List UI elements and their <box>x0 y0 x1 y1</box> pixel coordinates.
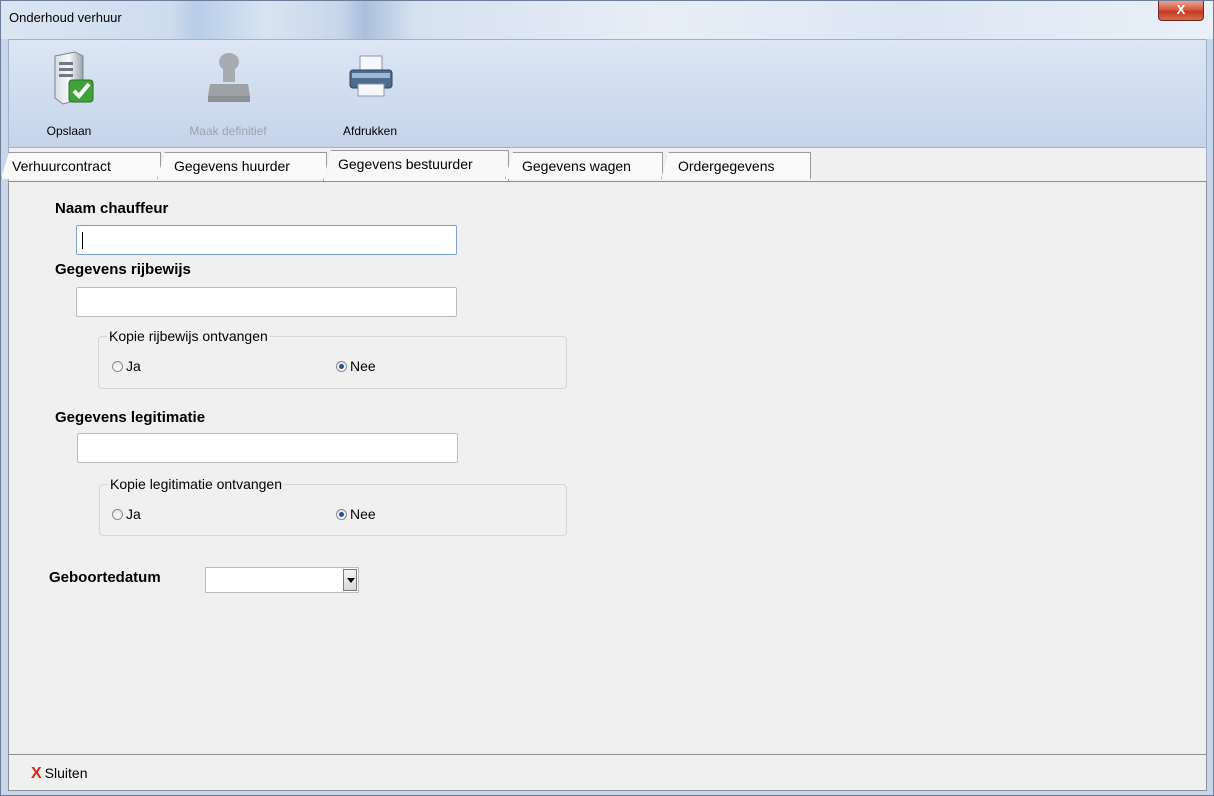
tab-strip: Verhuurcontract Gegevens huurder Gegeven… <box>1 148 1207 182</box>
tab-gegevens-wagen[interactable]: Gegevens wagen <box>505 152 663 179</box>
server-check-icon <box>54 51 94 105</box>
kopie-rijbewijs-legend: Kopie rijbewijs ontvangen <box>107 328 270 344</box>
tab-gegevens-huurder[interactable]: Gegevens huurder <box>157 152 327 179</box>
printer-icon <box>349 55 393 97</box>
kopie-legitimatie-legend: Kopie legitimatie ontvangen <box>108 476 285 492</box>
close-button-label: Sluiten <box>44 765 88 781</box>
save-button-label: Opslaan <box>46 124 92 138</box>
gegevens-rijbewijs-input[interactable] <box>76 287 457 317</box>
finalize-button[interactable]: Maak definitief <box>182 42 274 142</box>
kopie-legitimatie-group: Kopie legitimatie ontvangen Ja Nee <box>99 476 567 536</box>
window: Onderhoud verhuur X Opslaan Maak definit… <box>0 0 1214 796</box>
kopie-rijbewijs-nee-label: Nee <box>350 358 376 374</box>
geboortedatum-label: Geboortedatum <box>49 569 161 586</box>
tab-verhuurcontract[interactable]: Verhuurcontract <box>1 152 161 179</box>
status-bar: X Sluiten <box>8 755 1207 791</box>
radio-on-icon <box>336 361 347 372</box>
radio-off-icon <box>112 361 123 372</box>
close-button[interactable]: X Sluiten <box>31 765 87 783</box>
window-title: Onderhoud verhuur <box>9 10 122 25</box>
title-bar: Onderhoud verhuur X <box>1 1 1213 39</box>
naam-chauffeur-label: Naam chauffeur <box>55 200 169 217</box>
kopie-legitimatie-ja-label: Ja <box>126 506 141 522</box>
stamp-icon <box>208 53 250 102</box>
geboortedatum-picker[interactable] <box>205 567 359 593</box>
radio-on-icon <box>336 509 347 520</box>
close-window-button[interactable]: X <box>1158 1 1204 21</box>
print-button[interactable]: Afdrukken <box>324 42 416 142</box>
naam-chauffeur-input[interactable] <box>76 225 457 255</box>
dropdown-arrow-icon[interactable] <box>343 569 357 591</box>
print-button-label: Afdrukken <box>342 124 398 138</box>
radio-off-icon <box>112 509 123 520</box>
kopie-legitimatie-ja-radio[interactable]: Ja <box>112 506 141 522</box>
kopie-rijbewijs-ja-radio[interactable]: Ja <box>112 358 141 374</box>
kopie-legitimatie-nee-label: Nee <box>350 506 376 522</box>
save-button[interactable]: Opslaan <box>23 42 115 142</box>
kopie-legitimatie-nee-radio[interactable]: Nee <box>336 506 376 522</box>
gegevens-legitimatie-input[interactable] <box>77 433 458 463</box>
tab-gegevens-bestuurder[interactable]: Gegevens bestuurder <box>323 150 509 181</box>
kopie-rijbewijs-ja-label: Ja <box>126 358 141 374</box>
close-x-icon: X <box>31 765 42 782</box>
kopie-rijbewijs-group: Kopie rijbewijs ontvangen Ja Nee <box>98 328 567 389</box>
finalize-button-label: Maak definitief <box>189 124 267 138</box>
gegevens-legitimatie-label: Gegevens legitimatie <box>55 409 206 426</box>
kopie-rijbewijs-nee-radio[interactable]: Nee <box>336 358 376 374</box>
gegevens-rijbewijs-label: Gegevens rijbewijs <box>55 261 191 278</box>
tab-panel-gegevens-bestuurder: Naam chauffeur Gegevens rijbewijs Kopie … <box>8 181 1207 755</box>
tab-ordergegevens[interactable]: Ordergegevens <box>661 152 811 179</box>
toolbar: Opslaan Maak definitief Afdrukken <box>8 39 1207 148</box>
text-caret <box>82 232 83 249</box>
